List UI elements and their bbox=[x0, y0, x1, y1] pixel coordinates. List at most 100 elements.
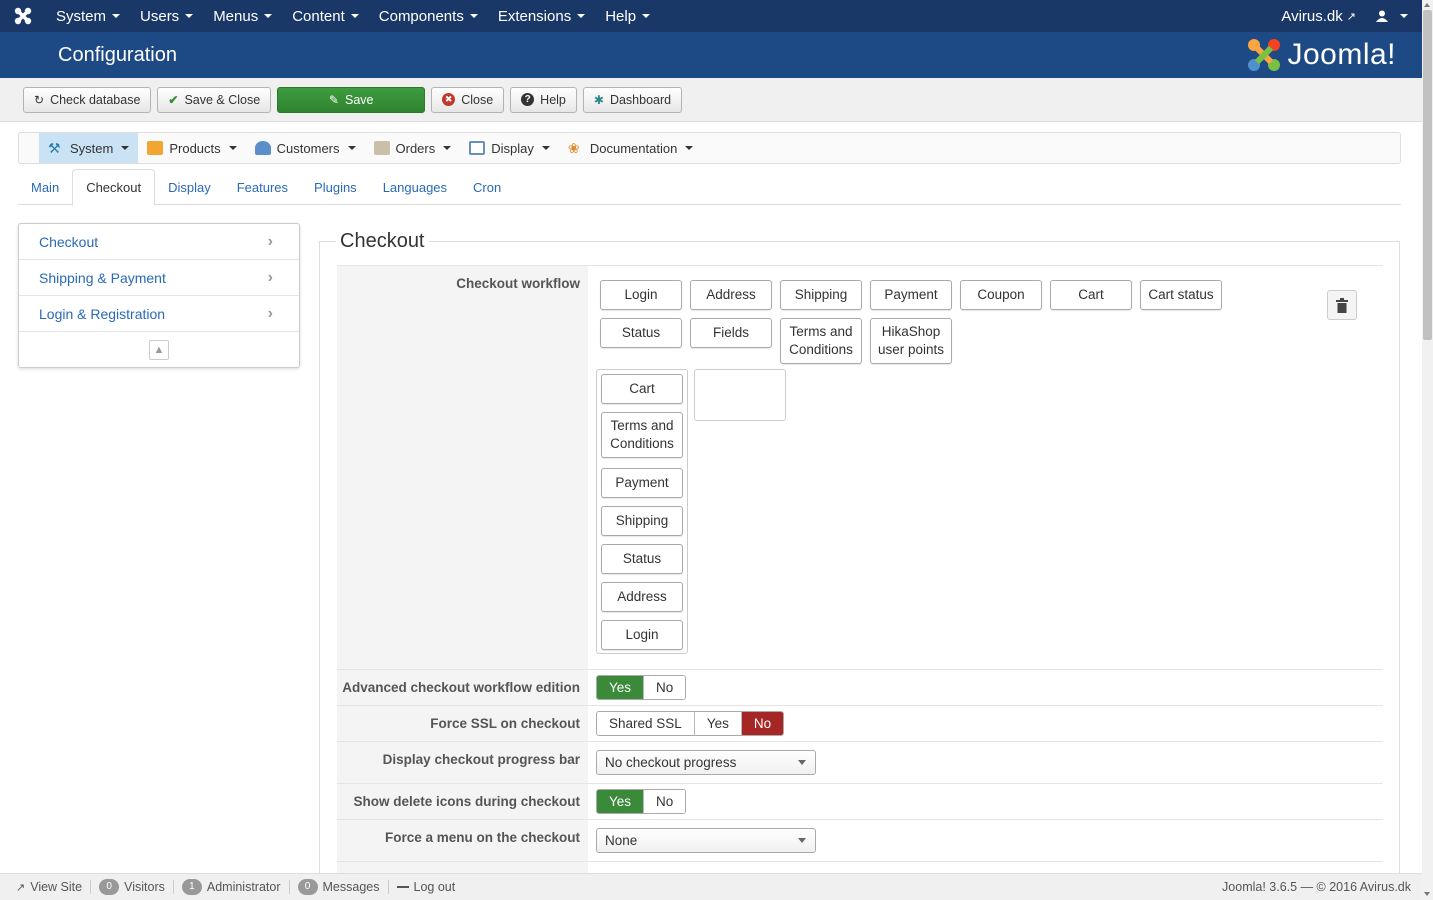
joomla-icon[interactable] bbox=[0, 0, 46, 32]
status-label: View Site bbox=[30, 880, 83, 894]
logout-link[interactable]: Log out bbox=[389, 880, 464, 894]
scroll-top-icon[interactable]: ▲ bbox=[149, 339, 169, 360]
tab-main[interactable]: Main bbox=[18, 169, 72, 205]
nav-label: Components bbox=[378, 7, 464, 25]
visitors-link[interactable]: 0 Visitors bbox=[91, 879, 174, 895]
workflow-available-shipping[interactable]: Shipping bbox=[780, 280, 862, 310]
menu-label: Display bbox=[491, 140, 534, 156]
user-menu[interactable] bbox=[1366, 0, 1422, 32]
step-item-status[interactable]: Status bbox=[601, 544, 683, 574]
button-label: Close bbox=[461, 92, 494, 107]
dropdown-arrow-icon bbox=[798, 760, 806, 765]
site-link[interactable]: Avirus.dk ↗ bbox=[1271, 0, 1366, 32]
version-info: Joomla! 3.6.5 — © 2016 Avirus.dk bbox=[1222, 880, 1411, 894]
nav-menus[interactable]: Menus bbox=[203, 0, 282, 32]
hika-menu-documentation[interactable]: ❀ Documentation bbox=[559, 133, 702, 163]
hika-menu-products[interactable]: Products bbox=[138, 133, 245, 163]
step-item-address[interactable]: Address bbox=[601, 582, 683, 612]
dashboard-button[interactable]: ✱ Dashboard bbox=[582, 86, 683, 113]
step-item-terms[interactable]: Terms and Conditions bbox=[601, 412, 683, 458]
nav-components[interactable]: Components bbox=[369, 0, 488, 32]
delete-step-button[interactable] bbox=[1327, 290, 1357, 320]
close-button[interactable]: ✖ Close bbox=[431, 86, 505, 113]
button-label: Help bbox=[540, 92, 566, 107]
scroll-up-icon[interactable] bbox=[1424, 3, 1430, 7]
hika-menu-orders[interactable]: Orders bbox=[365, 133, 461, 163]
caret-down-icon bbox=[264, 14, 273, 18]
refresh-icon: ↻ bbox=[34, 92, 45, 107]
side-item-checkout[interactable]: Checkout › bbox=[19, 224, 299, 260]
tab-plugins[interactable]: Plugins bbox=[301, 169, 370, 205]
option-no[interactable]: No bbox=[644, 676, 686, 699]
administrator-link[interactable]: 1 Administrator bbox=[174, 879, 290, 895]
nav-label: System bbox=[56, 7, 107, 25]
nav-system[interactable]: System bbox=[46, 0, 130, 32]
nav-help[interactable]: Help bbox=[595, 0, 660, 32]
select-value: No checkout progress bbox=[605, 755, 737, 770]
hika-menu-display[interactable]: Display bbox=[460, 133, 559, 163]
tab-display[interactable]: Display bbox=[155, 169, 224, 205]
workflow-available-address[interactable]: Address bbox=[690, 280, 772, 310]
orders-icon bbox=[373, 141, 390, 155]
workflow-available-cart[interactable]: Cart bbox=[1050, 280, 1132, 310]
option-yes[interactable]: Yes bbox=[597, 790, 645, 813]
scrollbar-thumb[interactable] bbox=[1423, 10, 1432, 340]
page-header: Configuration Joomla! bbox=[0, 32, 1422, 78]
messages-link[interactable]: 0 Messages bbox=[290, 879, 389, 895]
workflow-available-coupon[interactable]: Coupon bbox=[960, 280, 1042, 310]
view-site-link[interactable]: ↗ View Site bbox=[8, 880, 92, 894]
side-footer: ▲ bbox=[19, 332, 299, 367]
option-shared-ssl[interactable]: Shared SSL bbox=[597, 712, 695, 735]
tab-checkout[interactable]: Checkout bbox=[72, 169, 156, 206]
force-menu-select[interactable]: None bbox=[596, 828, 816, 853]
workflow-step-1[interactable]: Cart Terms and Conditions Payment Shippi… bbox=[596, 369, 688, 654]
caret-down-icon bbox=[577, 14, 586, 18]
page-scrollbar[interactable] bbox=[1422, 0, 1433, 900]
workflow-new-step[interactable] bbox=[694, 369, 786, 421]
nav-users[interactable]: Users bbox=[130, 0, 203, 32]
tab-features[interactable]: Features bbox=[224, 169, 301, 205]
workflow-available-fields[interactable]: Fields bbox=[690, 318, 772, 348]
step-item-payment[interactable]: Payment bbox=[601, 468, 683, 498]
nav-extensions[interactable]: Extensions bbox=[488, 0, 595, 32]
field-label: Advanced checkout workflow edition bbox=[337, 670, 588, 705]
advanced-workflow-row: Advanced checkout workflow edition Yes N… bbox=[337, 669, 1383, 705]
step-item-cart[interactable]: Cart bbox=[601, 374, 683, 404]
scroll-down-icon[interactable] bbox=[1424, 892, 1430, 896]
nav-label: Extensions bbox=[497, 7, 572, 25]
messages-badge: 0 bbox=[297, 879, 318, 895]
workflow-available-cart-status[interactable]: Cart status bbox=[1140, 280, 1222, 310]
option-yes[interactable]: Yes bbox=[597, 676, 645, 699]
hika-menu-customers[interactable]: Customers bbox=[246, 133, 365, 163]
workflow-available-login[interactable]: Login bbox=[600, 280, 682, 310]
nav-content[interactable]: Content bbox=[282, 0, 369, 32]
status-label: Visitors bbox=[124, 880, 165, 894]
step-item-shipping[interactable]: Shipping bbox=[601, 506, 683, 536]
workflow-available-user-points[interactable]: HikaShop user points bbox=[870, 318, 952, 364]
nav-label: Menus bbox=[213, 7, 259, 25]
save-close-button[interactable]: ✔ Save & Close bbox=[157, 86, 272, 113]
minus-icon bbox=[396, 886, 409, 888]
trash-icon bbox=[1336, 297, 1348, 313]
edit-icon: ✎ bbox=[328, 92, 339, 107]
workflow-available-terms[interactable]: Terms and Conditions bbox=[780, 318, 862, 364]
progress-bar-select[interactable]: No checkout progress bbox=[596, 750, 816, 775]
option-no[interactable]: No bbox=[644, 790, 686, 813]
hikashop-menu: ⚒ System Products Customers Orders Displ… bbox=[18, 132, 1401, 164]
option-no[interactable]: No bbox=[741, 712, 784, 735]
menu-label: Products bbox=[169, 140, 221, 156]
workflow-available-status[interactable]: Status bbox=[600, 318, 682, 348]
side-item-login-registration[interactable]: Login & Registration › bbox=[19, 296, 299, 332]
workflow-available-payment[interactable]: Payment bbox=[870, 280, 952, 310]
help-button[interactable]: ? Help bbox=[510, 86, 577, 113]
hika-menu-system[interactable]: ⚒ System bbox=[39, 133, 139, 163]
button-label: Check database bbox=[50, 92, 141, 107]
tab-cron[interactable]: Cron bbox=[460, 169, 514, 205]
side-item-shipping-payment[interactable]: Shipping & Payment › bbox=[19, 260, 299, 296]
tab-languages[interactable]: Languages bbox=[370, 169, 460, 205]
question-circle-icon: ? bbox=[521, 93, 535, 106]
option-yes[interactable]: Yes bbox=[694, 712, 742, 735]
save-button[interactable]: ✎ Save bbox=[277, 86, 426, 113]
check-database-button[interactable]: ↻ Check database bbox=[23, 86, 152, 113]
step-item-login[interactable]: Login bbox=[601, 620, 683, 650]
